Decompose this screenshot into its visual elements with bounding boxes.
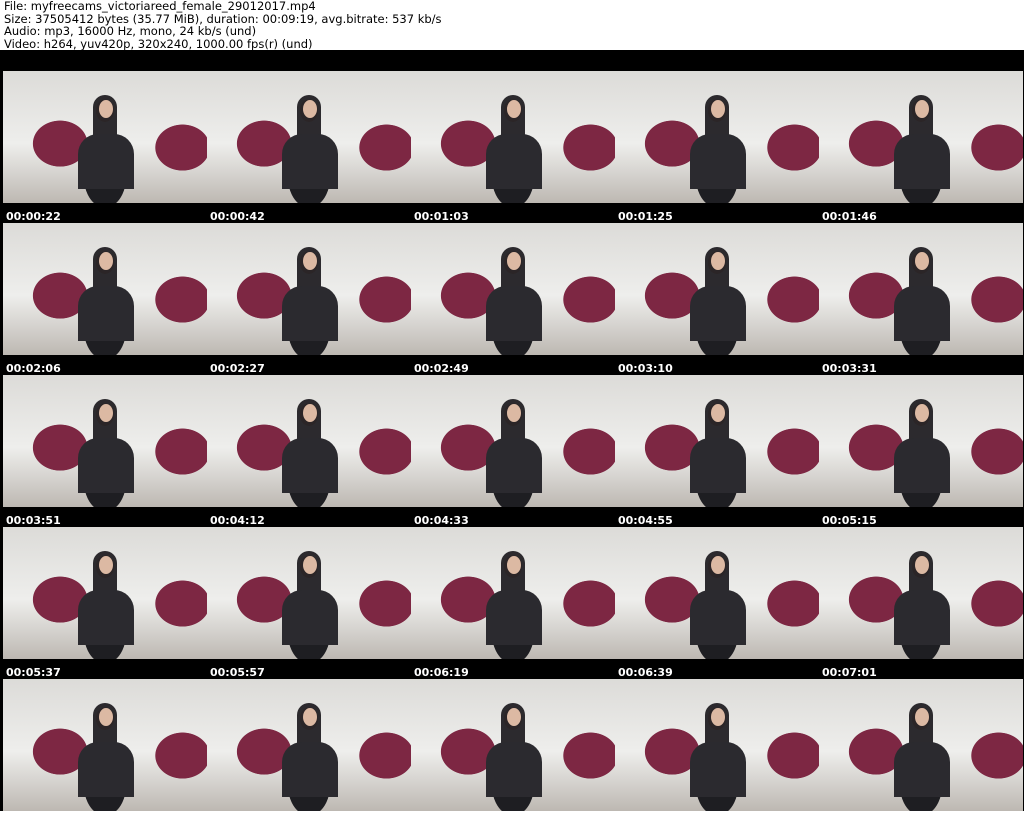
video-frame-thumbnail [615, 71, 819, 203]
video-frame-thumbnail [207, 527, 411, 659]
video-frame-thumbnail [819, 71, 1023, 203]
video-frame-thumbnail [411, 375, 615, 507]
video-frame-thumbnail [819, 527, 1023, 659]
video-frame-thumbnail [3, 527, 207, 659]
video-frame-thumbnail [615, 527, 819, 659]
thumbnail-grid: 00:00:22 00:00:42 00:01:03 00:01:25 00:01:46… [0, 50, 1024, 831]
video-frame-thumbnail [819, 679, 1023, 811]
video-frame-thumbnail [207, 71, 411, 203]
video-frame-thumbnail [3, 375, 207, 507]
video-frame-thumbnail [411, 71, 615, 203]
frame-timestamp: 00:07:21 [6, 818, 61, 831]
frame-timestamp: 00:08:24 [618, 818, 673, 831]
video-frame-thumbnail [411, 527, 615, 659]
frame-timestamp: 00:08:03 [414, 818, 469, 831]
video-frame-thumbnail [3, 71, 207, 203]
file-info-header: File: myfreecams_victoriareed_female_290… [0, 0, 1024, 50]
audio-info-line: Audio: mp3, 16000 Hz, mono, 24 kb/s (und… [4, 24, 257, 38]
video-frame-thumbnail [411, 679, 615, 811]
video-frame-thumbnail [819, 223, 1023, 355]
video-frame-thumbnail [3, 679, 207, 811]
file-name-line: File: myfreecams_victoriareed_female_290… [4, 0, 316, 13]
frame-timestamp: 00:07:42 [210, 818, 265, 831]
video-frame-thumbnail [615, 679, 819, 811]
video-frame-thumbnail [207, 223, 411, 355]
video-frame-thumbnail [819, 375, 1023, 507]
video-frame-thumbnail [207, 679, 411, 811]
video-info-line: Video: h264, yuv420p, 320x240, 1000.00 f… [4, 36, 313, 51]
video-frame-thumbnail [615, 223, 819, 355]
video-frame-thumbnail [207, 375, 411, 507]
video-frame-thumbnail [615, 375, 819, 507]
video-frame-thumbnail [3, 223, 207, 355]
frame-timestamp: 00:08:46 [822, 818, 877, 831]
video-frame-thumbnail [411, 223, 615, 355]
